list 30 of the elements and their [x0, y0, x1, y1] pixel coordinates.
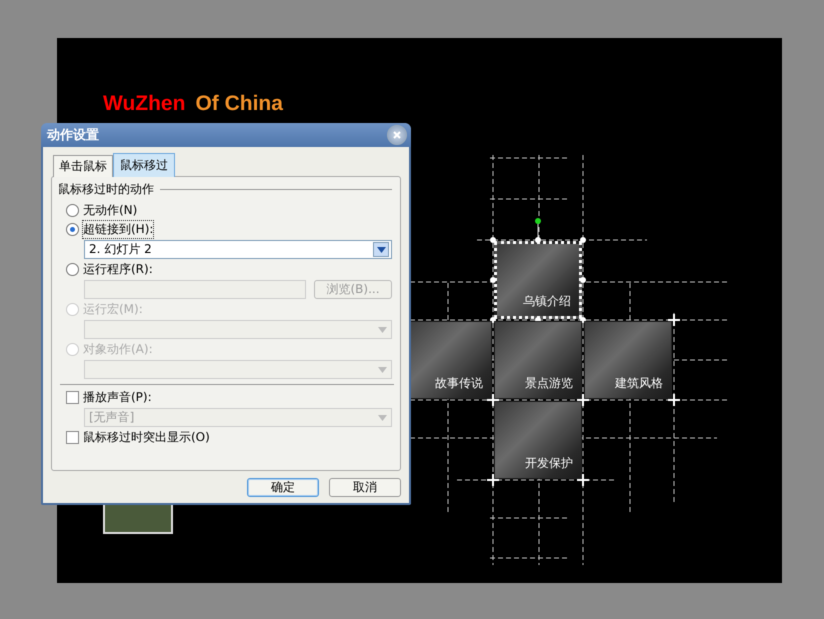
close-icon [393, 131, 401, 139]
group-heading: 鼠标移过时的动作 [58, 181, 154, 198]
dropdown-arrow-icon [378, 414, 386, 420]
checkbox[interactable] [66, 431, 79, 444]
dialog-button[interactable]: 确定 [247, 478, 319, 497]
checkbox[interactable] [66, 391, 79, 404]
dialog-button[interactable]: 取消 [329, 478, 401, 497]
slide-title: WuZhen [103, 92, 186, 116]
radio-button[interactable] [66, 223, 79, 236]
selection-handles-icon[interactable] [489, 216, 587, 324]
checkbox-label[interactable]: 鼠标移过时突出显示(O) [83, 429, 210, 446]
tab[interactable]: 鼠标移过 [113, 153, 175, 177]
dropdown-arrow-icon [378, 366, 386, 372]
close-button[interactable] [387, 125, 407, 145]
radio-label[interactable]: 无动作(N) [83, 202, 138, 219]
dropdown-field[interactable]: 2. 幻灯片 2 [84, 240, 392, 259]
tab[interactable]: 单击鼠标 [53, 155, 113, 177]
dropdown-arrow-icon [378, 326, 386, 332]
radio-label[interactable]: 超链接到(H): [83, 221, 154, 238]
checkbox-label[interactable]: 播放声音(P): [83, 389, 152, 406]
radio-button[interactable] [66, 204, 79, 217]
menu-tile[interactable]: 景点游览 [494, 321, 582, 399]
menu-tile[interactable]: 开发保护 [494, 401, 582, 479]
radio-button[interactable] [66, 263, 79, 276]
menu-tile[interactable]: 建筑风格 [584, 321, 672, 399]
dropdown-arrow-icon [376, 246, 386, 252]
radio-label[interactable]: 运行程序(R): [83, 261, 153, 278]
slide-title: Of China [195, 92, 283, 116]
menu-tile[interactable]: 乌镇介绍 [494, 241, 582, 319]
dialog-title: 动作设置 [47, 127, 99, 144]
